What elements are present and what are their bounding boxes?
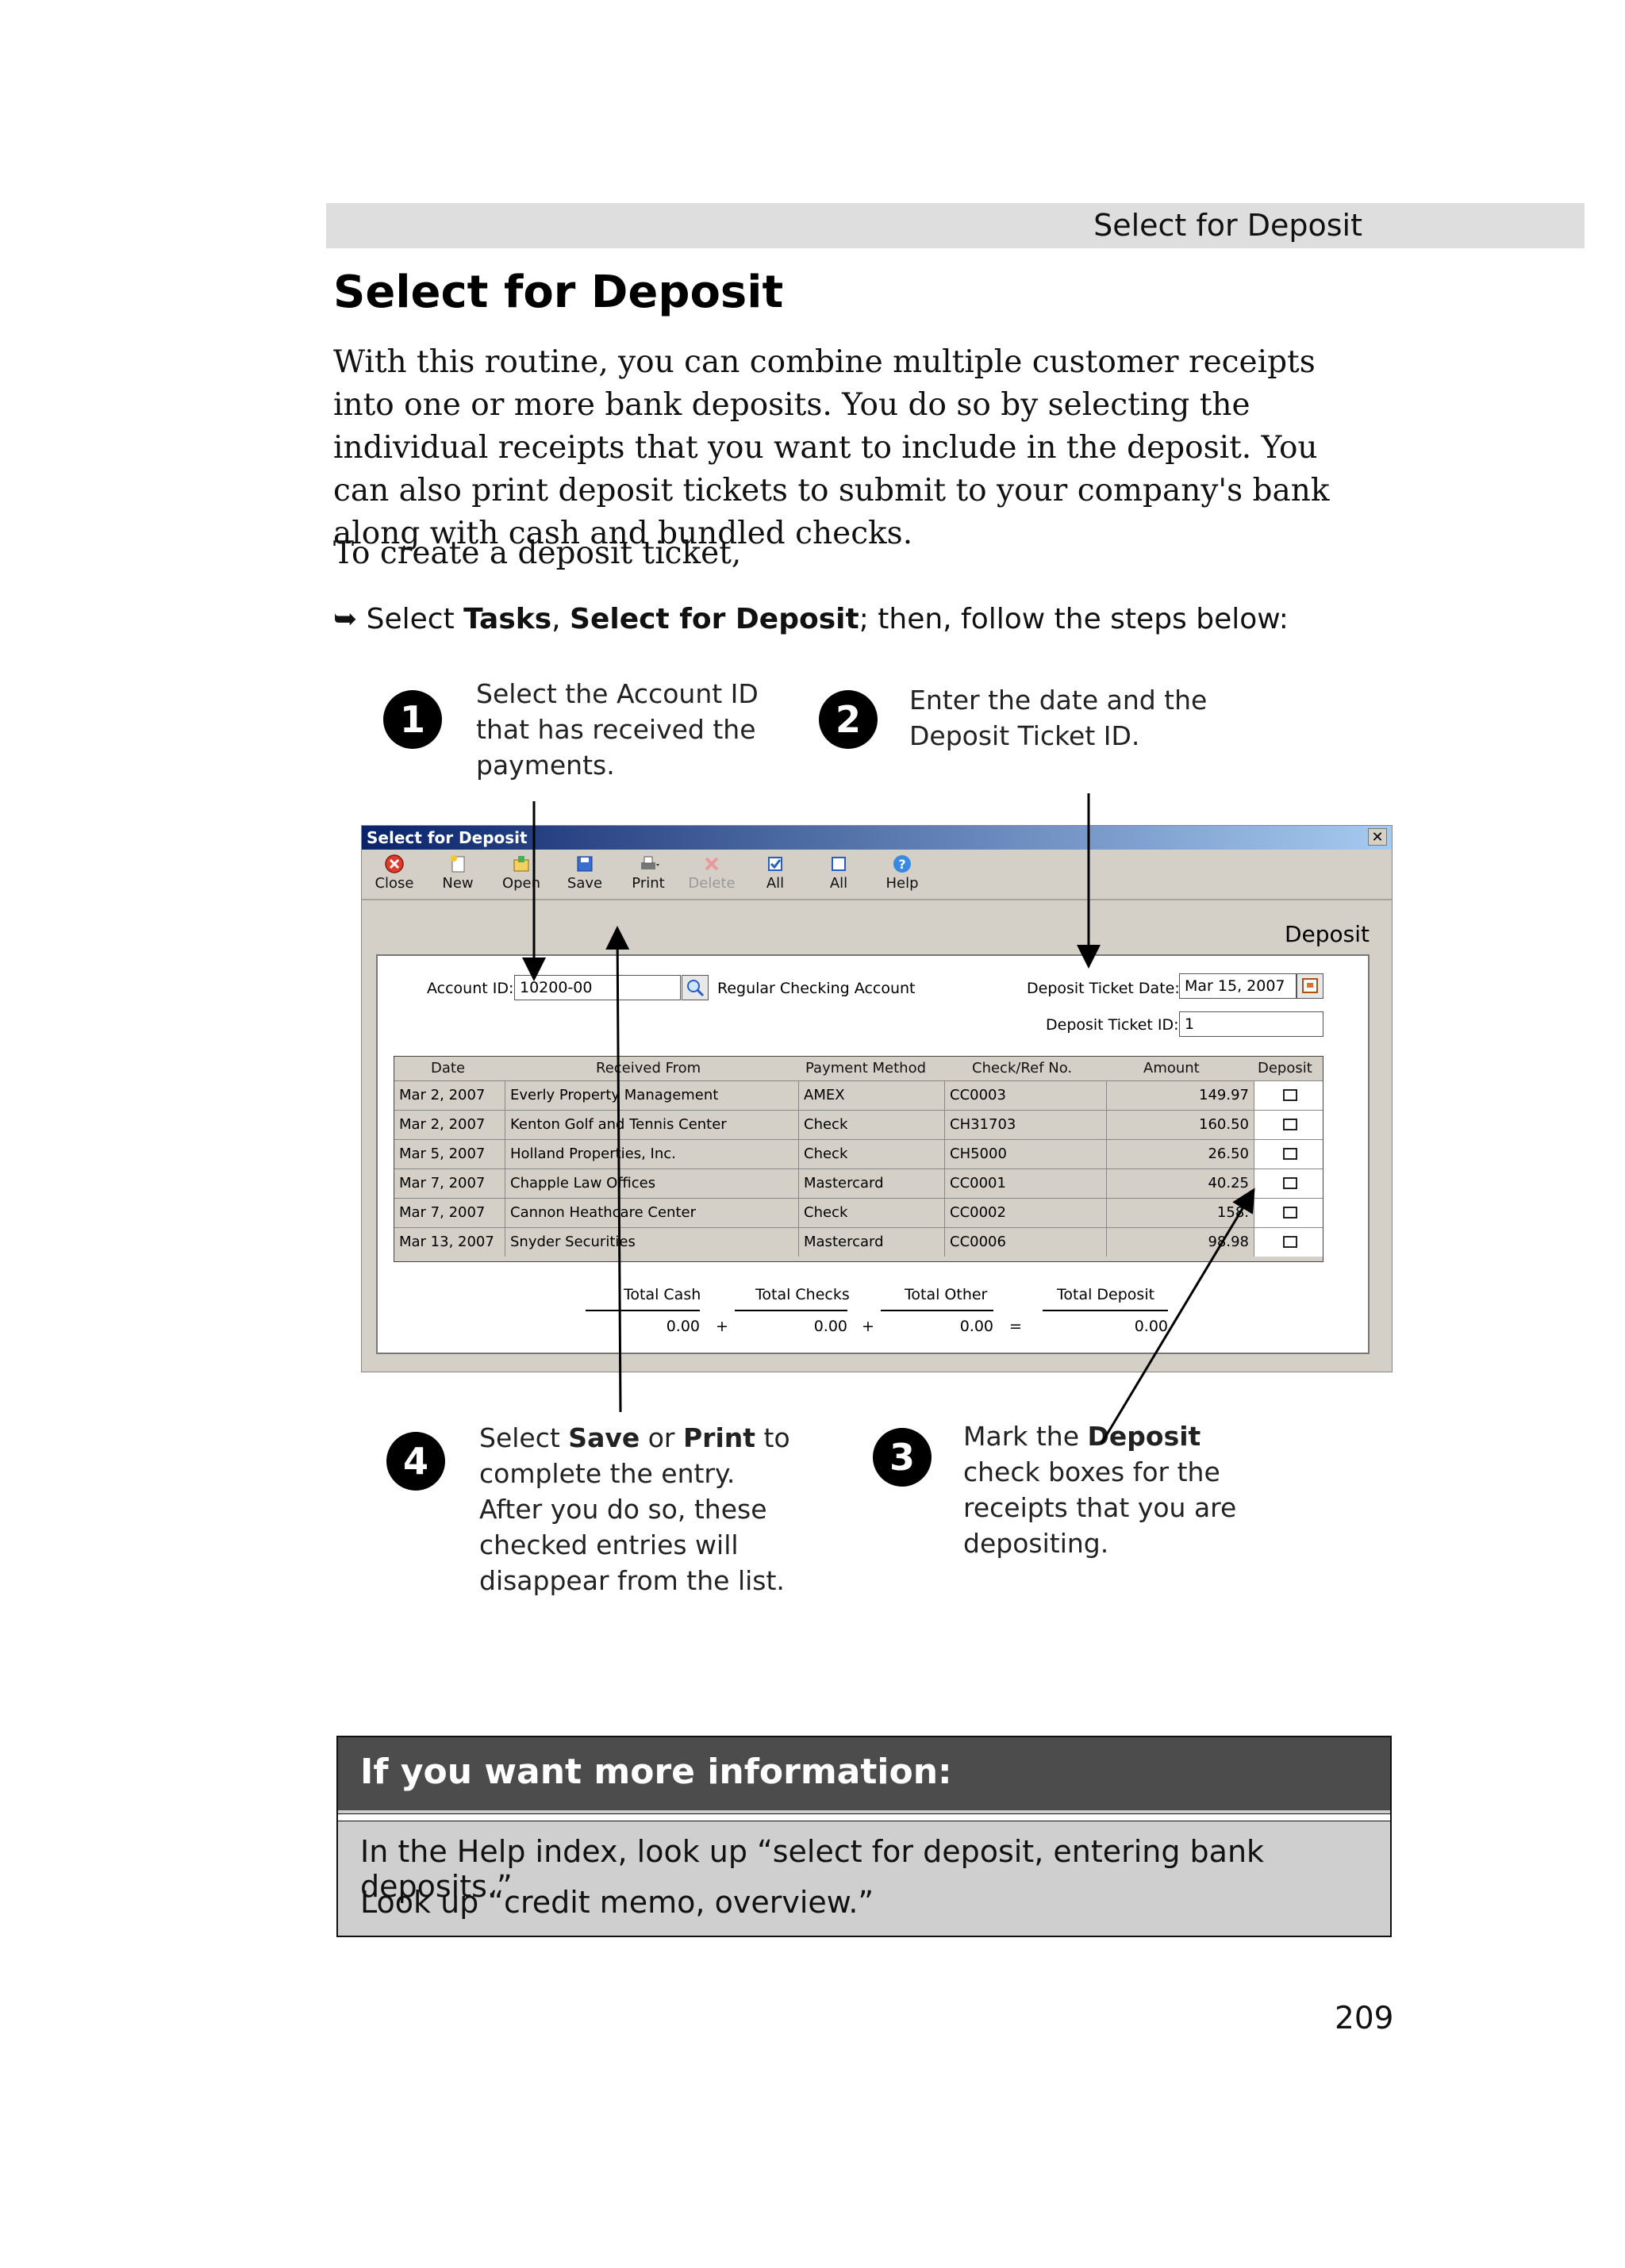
page-number: 209 xyxy=(1335,2001,1394,2036)
info-divider xyxy=(338,1813,1390,1821)
more-information-box: If you want more information: In the Hel… xyxy=(336,1736,1392,1937)
arrow-to-deposit-checkboxes xyxy=(1100,1188,1255,1445)
info-heading: If you want more information: xyxy=(360,1752,952,1792)
arrow-to-save-print xyxy=(605,926,630,1413)
info-header: If you want more information: xyxy=(338,1737,1390,1810)
info-line: Look up “credit memo, overview.” xyxy=(360,1885,874,1920)
